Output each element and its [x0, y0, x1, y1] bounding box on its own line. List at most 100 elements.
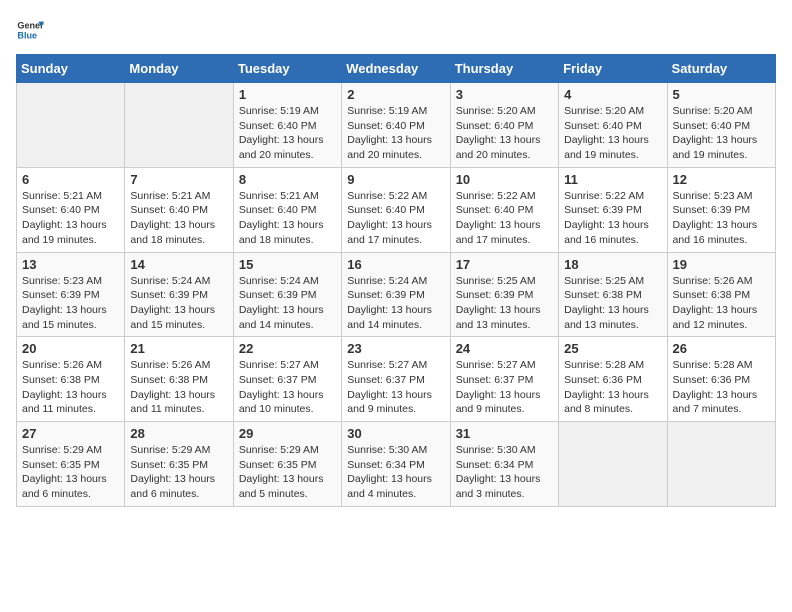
calendar-cell: 30 Sunrise: 5:30 AMSunset: 6:34 PMDayligh…	[342, 422, 450, 507]
day-number: 30	[347, 426, 444, 441]
calendar-cell	[125, 83, 233, 168]
day-info: Sunrise: 5:29 AMSunset: 6:35 PMDaylight:…	[130, 443, 227, 502]
day-number: 29	[239, 426, 336, 441]
day-number: 4	[564, 87, 661, 102]
day-info: Sunrise: 5:20 AMSunset: 6:40 PMDaylight:…	[673, 104, 770, 163]
calendar-week-row: 20 Sunrise: 5:26 AMSunset: 6:38 PMDayligh…	[17, 337, 776, 422]
day-info: Sunrise: 5:24 AMSunset: 6:39 PMDaylight:…	[239, 274, 336, 333]
day-number: 14	[130, 257, 227, 272]
day-info: Sunrise: 5:24 AMSunset: 6:39 PMDaylight:…	[347, 274, 444, 333]
day-number: 5	[673, 87, 770, 102]
logo-icon: General Blue	[16, 16, 44, 44]
calendar-cell: 11 Sunrise: 5:22 AMSunset: 6:39 PMDayligh…	[559, 167, 667, 252]
day-number: 31	[456, 426, 553, 441]
calendar-cell: 25Sunrise: 5:28 AMSunset: 6:36 PMDayligh…	[559, 337, 667, 422]
day-info: Sunrise: 5:27 AMSunset: 6:37 PMDaylight:…	[239, 358, 336, 417]
weekday-header: Thursday	[450, 55, 558, 83]
day-info: Sunrise: 5:23 AMSunset: 6:39 PMDaylight:…	[22, 274, 119, 333]
calendar-cell: 24 Sunrise: 5:27 AMSunset: 6:37 PMDayligh…	[450, 337, 558, 422]
calendar-cell: 10Sunrise: 5:22 AMSunset: 6:40 PMDayligh…	[450, 167, 558, 252]
day-info: Sunrise: 5:26 AMSunset: 6:38 PMDaylight:…	[22, 358, 119, 417]
calendar-cell: 4Sunrise: 5:20 AMSunset: 6:40 PMDaylight…	[559, 83, 667, 168]
day-number: 24	[456, 341, 553, 356]
day-info: Sunrise: 5:19 AMSunset: 6:40 PMDaylight:…	[347, 104, 444, 163]
day-number: 28	[130, 426, 227, 441]
calendar-cell: 3 Sunrise: 5:20 AMSunset: 6:40 PMDaylight…	[450, 83, 558, 168]
day-info: Sunrise: 5:21 AMSunset: 6:40 PMDaylight:…	[239, 189, 336, 248]
day-info: Sunrise: 5:30 AMSunset: 6:34 PMDaylight:…	[456, 443, 553, 502]
calendar-cell: 1 Sunrise: 5:19 AMSunset: 6:40 PMDaylight…	[233, 83, 341, 168]
weekday-header: Wednesday	[342, 55, 450, 83]
day-number: 20	[22, 341, 119, 356]
svg-text:Blue: Blue	[17, 30, 37, 40]
day-number: 27	[22, 426, 119, 441]
calendar-header-row: SundayMondayTuesdayWednesdayThursdayFrid…	[17, 55, 776, 83]
day-number: 15	[239, 257, 336, 272]
day-number: 7	[130, 172, 227, 187]
logo: General Blue	[16, 16, 44, 44]
day-number: 16	[347, 257, 444, 272]
day-number: 11	[564, 172, 661, 187]
day-number: 2	[347, 87, 444, 102]
day-info: Sunrise: 5:21 AMSunset: 6:40 PMDaylight:…	[22, 189, 119, 248]
page-header: General Blue	[16, 16, 776, 44]
calendar-cell: 21 Sunrise: 5:26 AMSunset: 6:38 PMDayligh…	[125, 337, 233, 422]
weekday-header: Monday	[125, 55, 233, 83]
calendar-cell: 9 Sunrise: 5:22 AMSunset: 6:40 PMDaylight…	[342, 167, 450, 252]
calendar-cell: 22 Sunrise: 5:27 AMSunset: 6:37 PMDayligh…	[233, 337, 341, 422]
calendar-cell: 27 Sunrise: 5:29 AMSunset: 6:35 PMDayligh…	[17, 422, 125, 507]
day-number: 22	[239, 341, 336, 356]
day-info: Sunrise: 5:27 AMSunset: 6:37 PMDaylight:…	[456, 358, 553, 417]
calendar-cell: 8 Sunrise: 5:21 AMSunset: 6:40 PMDaylight…	[233, 167, 341, 252]
day-info: Sunrise: 5:19 AMSunset: 6:40 PMDaylight:…	[239, 104, 336, 163]
day-info: Sunrise: 5:26 AMSunset: 6:38 PMDaylight:…	[130, 358, 227, 417]
day-number: 23	[347, 341, 444, 356]
day-number: 26	[673, 341, 770, 356]
day-info: Sunrise: 5:22 AMSunset: 6:40 PMDaylight:…	[456, 189, 553, 248]
day-number: 1	[239, 87, 336, 102]
day-number: 19	[673, 257, 770, 272]
day-info: Sunrise: 5:29 AMSunset: 6:35 PMDaylight:…	[239, 443, 336, 502]
day-info: Sunrise: 5:26 AMSunset: 6:38 PMDaylight:…	[673, 274, 770, 333]
day-info: Sunrise: 5:30 AMSunset: 6:34 PMDaylight:…	[347, 443, 444, 502]
day-info: Sunrise: 5:27 AMSunset: 6:37 PMDaylight:…	[347, 358, 444, 417]
weekday-header: Tuesday	[233, 55, 341, 83]
day-info: Sunrise: 5:28 AMSunset: 6:36 PMDaylight:…	[673, 358, 770, 417]
calendar-cell: 5 Sunrise: 5:20 AMSunset: 6:40 PMDaylight…	[667, 83, 775, 168]
calendar-cell: 31 Sunrise: 5:30 AMSunset: 6:34 PMDayligh…	[450, 422, 558, 507]
day-number: 3	[456, 87, 553, 102]
calendar-cell: 20 Sunrise: 5:26 AMSunset: 6:38 PMDayligh…	[17, 337, 125, 422]
day-number: 18	[564, 257, 661, 272]
calendar-week-row: 6 Sunrise: 5:21 AMSunset: 6:40 PMDaylight…	[17, 167, 776, 252]
calendar-cell	[667, 422, 775, 507]
day-number: 13	[22, 257, 119, 272]
day-number: 8	[239, 172, 336, 187]
calendar-cell	[17, 83, 125, 168]
calendar-week-row: 1 Sunrise: 5:19 AMSunset: 6:40 PMDaylight…	[17, 83, 776, 168]
calendar-cell: 19 Sunrise: 5:26 AMSunset: 6:38 PMDayligh…	[667, 252, 775, 337]
day-info: Sunrise: 5:29 AMSunset: 6:35 PMDaylight:…	[22, 443, 119, 502]
day-info: Sunrise: 5:25 AMSunset: 6:39 PMDaylight:…	[456, 274, 553, 333]
day-number: 9	[347, 172, 444, 187]
day-number: 21	[130, 341, 227, 356]
day-number: 12	[673, 172, 770, 187]
calendar-cell: 28 Sunrise: 5:29 AMSunset: 6:35 PMDayligh…	[125, 422, 233, 507]
day-info: Sunrise: 5:21 AMSunset: 6:40 PMDaylight:…	[130, 189, 227, 248]
calendar-week-row: 27 Sunrise: 5:29 AMSunset: 6:35 PMDayligh…	[17, 422, 776, 507]
day-info: Sunrise: 5:20 AMSunset: 6:40 PMDaylight:…	[456, 104, 553, 163]
weekday-header: Saturday	[667, 55, 775, 83]
calendar-cell: 15 Sunrise: 5:24 AMSunset: 6:39 PMDayligh…	[233, 252, 341, 337]
calendar-cell	[559, 422, 667, 507]
calendar-cell: 14 Sunrise: 5:24 AMSunset: 6:39 PMDayligh…	[125, 252, 233, 337]
weekday-header: Sunday	[17, 55, 125, 83]
calendar-cell: 16 Sunrise: 5:24 AMSunset: 6:39 PMDayligh…	[342, 252, 450, 337]
day-info: Sunrise: 5:22 AMSunset: 6:39 PMDaylight:…	[564, 189, 661, 248]
day-number: 6	[22, 172, 119, 187]
day-info: Sunrise: 5:24 AMSunset: 6:39 PMDaylight:…	[130, 274, 227, 333]
calendar-week-row: 13 Sunrise: 5:23 AMSunset: 6:39 PMDayligh…	[17, 252, 776, 337]
calendar-cell: 29 Sunrise: 5:29 AMSunset: 6:35 PMDayligh…	[233, 422, 341, 507]
day-number: 25	[564, 341, 661, 356]
calendar-cell: 13 Sunrise: 5:23 AMSunset: 6:39 PMDayligh…	[17, 252, 125, 337]
day-info: Sunrise: 5:22 AMSunset: 6:40 PMDaylight:…	[347, 189, 444, 248]
day-info: Sunrise: 5:25 AMSunset: 6:38 PMDaylight:…	[564, 274, 661, 333]
